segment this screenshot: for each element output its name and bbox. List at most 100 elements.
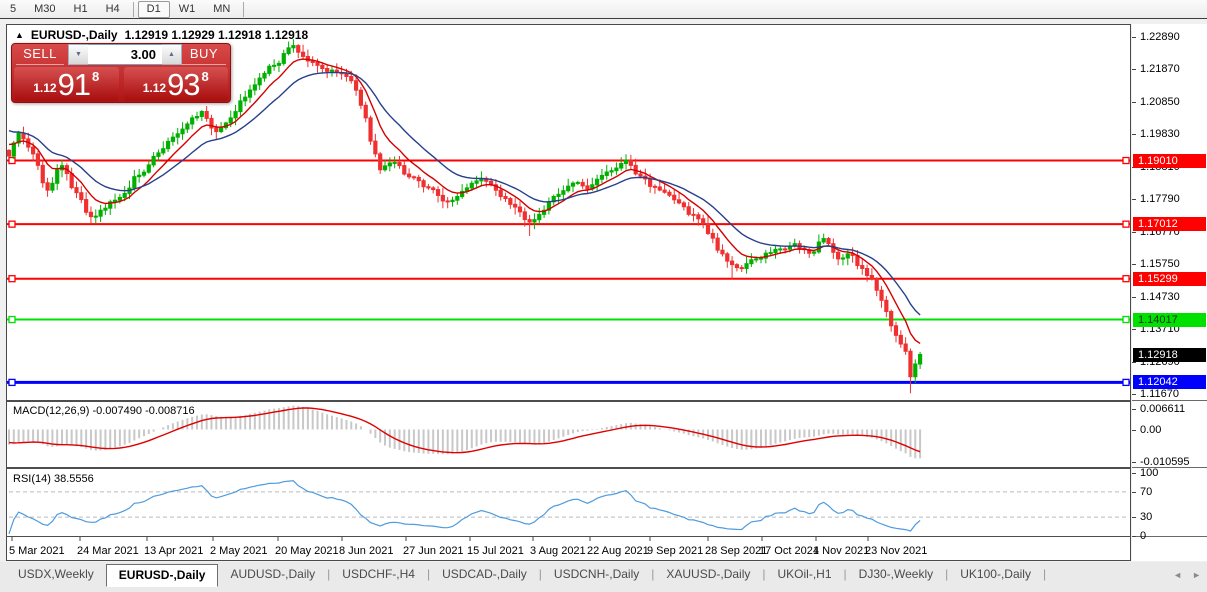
buy-price-display[interactable]: 1.12 93 8 (124, 67, 229, 101)
sell-price-prefix: 1.12 (33, 81, 56, 95)
price-axis-tick-label: 1.21870 (1140, 63, 1180, 75)
chart-canvas[interactable]: 5 Mar 2021 24 Mar 2021 13 Apr 2021 2 May 20… (7, 25, 1130, 560)
sell-price-display[interactable]: 1.12 91 8 (14, 67, 119, 101)
tab-usdchf-h4[interactable]: USDCHF-,H4 (330, 564, 427, 585)
rsi-indicator-label: RSI(14) 38.5556 (13, 473, 94, 485)
price-axis-tick (1132, 264, 1136, 265)
date-label: 24 Mar 2021 (77, 545, 139, 557)
price-level-badge-1.19010: 1.19010 (1133, 154, 1206, 168)
rsi-axis-label: 0 (1140, 530, 1146, 542)
price-axis-tick (1132, 394, 1136, 395)
chart-title: ▲ EURUSD-,Daily 1.12919 1.12929 1.12918 … (15, 28, 308, 42)
tab-eurusd-daily[interactable]: EURUSD-,Daily (106, 564, 219, 587)
macd-axis-label: 0.006611 (1140, 403, 1185, 415)
one-click-trade-panel: SELL ▼ ▲ BUY 1.12 91 8 1.12 93 8 (11, 43, 231, 103)
buy-price-pips: 93 (167, 72, 199, 98)
rsi-axis-label: 30 (1140, 511, 1152, 523)
sell-price-pips: 91 (58, 72, 90, 98)
price-axis-tick (1132, 69, 1136, 70)
chart-window: 5 Mar 2021 24 Mar 2021 13 Apr 2021 2 May 20… (6, 24, 1131, 561)
tab-usdx-weekly[interactable]: USDX,Weekly (6, 564, 106, 585)
price-level-badge-1.14017: 1.14017 (1133, 313, 1206, 327)
date-label: 13 Apr 2021 (144, 545, 203, 557)
macd-axis-tick (1132, 409, 1136, 410)
price-axis-tick (1132, 329, 1136, 330)
date-label: 3 Aug 2021 (530, 545, 586, 557)
toolbar-separator (243, 2, 244, 17)
date-label: 15 Jul 2021 (467, 545, 524, 557)
tab-dj30-weekly[interactable]: DJ30-,Weekly (847, 564, 945, 585)
rsi-axis-label: 70 (1140, 486, 1152, 498)
tab-audusd-daily[interactable]: AUDUSD-,Daily (218, 564, 327, 585)
volume-input[interactable] (88, 44, 162, 65)
price-level-badge-1.17012: 1.17012 (1133, 217, 1206, 231)
chart-ohlc-values: 1.12919 1.12929 1.12918 1.12918 (125, 28, 309, 42)
tab-usdcad-daily[interactable]: USDCAD-,Daily (430, 564, 539, 585)
buy-price-prefix: 1.12 (143, 81, 166, 95)
timeframe-button-d1[interactable]: D1 (138, 1, 170, 18)
mt4-platform: 5M30H1H4 D1W1MN 5 Mar 2021 24 Mar 2021 13 A… (0, 0, 1207, 592)
buy-button[interactable]: BUY (182, 44, 226, 65)
price-axis-tick-label: 1.15750 (1140, 258, 1180, 270)
rsi-pane (9, 481, 1128, 534)
tab-scroll-arrows: ◄ ► (1173, 570, 1201, 580)
timeframe-button-h1[interactable]: H1 (65, 1, 97, 18)
timeframe-button-w1[interactable]: W1 (170, 1, 205, 18)
date-label: 17 Oct 2021 (759, 545, 819, 557)
price-axis-tick-label: 1.22890 (1140, 31, 1180, 43)
timeframe-button-5[interactable]: 5 (1, 1, 25, 18)
timeframe-toolbar: 5M30H1H4 D1W1MN (0, 0, 1207, 19)
tab-scroll-right-icon[interactable]: ► (1192, 570, 1201, 580)
date-label: 2 May 2021 (210, 545, 267, 557)
rsi-axis-tick (1132, 517, 1136, 518)
tab-uk100-daily[interactable]: UK100-,Daily (948, 564, 1043, 585)
pane-separators[interactable] (7, 401, 1130, 537)
collapse-triangle-icon[interactable]: ▲ (15, 30, 24, 40)
volume-decrease-button[interactable]: ▼ (68, 44, 88, 65)
sell-button[interactable]: SELL (16, 44, 64, 65)
price-axis-tick-label: 1.17790 (1140, 193, 1180, 205)
date-label: 5 Mar 2021 (9, 545, 65, 557)
rsi-axis-tick (1132, 473, 1136, 474)
price-level-badge-1.15299: 1.15299 (1133, 272, 1206, 286)
chart-tab-bar: USDX,WeeklyEURUSD-,DailyAUDUSD-,Daily | US… (0, 562, 1207, 592)
volume-increase-button[interactable]: ▲ (162, 44, 182, 65)
sell-price-point: 8 (92, 69, 99, 84)
price-axis-tick (1132, 199, 1136, 200)
tab-usdcnh-daily[interactable]: USDCNH-,Daily (542, 564, 651, 585)
pane-separator (1132, 400, 1207, 401)
rsi-axis-label: 100 (1140, 467, 1158, 479)
tab-xauusd-daily[interactable]: XAUUSD-,Daily (654, 564, 762, 585)
date-label: 8 Jun 2021 (339, 545, 393, 557)
price-level-badge-1.12042: 1.12042 (1133, 375, 1206, 389)
trade-panel-top-row: SELL ▼ ▲ BUY (12, 44, 230, 65)
trade-panel-price-row: 1.12 91 8 1.12 93 8 (12, 66, 230, 102)
tab-separator: | (1043, 564, 1046, 581)
timeframe-button-m30[interactable]: M30 (25, 1, 64, 18)
price-level-badge-1.12918: 1.12918 (1133, 348, 1206, 362)
macd-indicator-label: MACD(12,26,9) -0.007490 -0.008716 (13, 405, 195, 417)
price-axis-tick (1132, 362, 1136, 363)
date-label: 22 Aug 2021 (587, 545, 649, 557)
price-axis: 1.228901.218701.208501.198301.188101.177… (1132, 24, 1207, 561)
date-label: 9 Sep 2021 (647, 545, 703, 557)
timeframe-button-h4[interactable]: H4 (97, 1, 129, 18)
timeframe-button-mn[interactable]: MN (204, 1, 239, 18)
price-axis-tick (1132, 102, 1136, 103)
price-axis-tick-label: 1.11670 (1140, 388, 1179, 400)
price-axis-tick-label: 1.14730 (1140, 291, 1180, 303)
chart-symbol-label: EURUSD-,Daily (31, 28, 118, 42)
tab-scroll-left-icon[interactable]: ◄ (1173, 570, 1182, 580)
buy-price-point: 8 (202, 69, 209, 84)
price-axis-tick (1132, 297, 1136, 298)
date-label: 27 Jun 2021 (403, 545, 464, 557)
price-axis-tick (1132, 134, 1136, 135)
price-axis-tick-label: 1.20850 (1140, 96, 1180, 108)
macd-axis-label: 0.00 (1140, 424, 1161, 436)
date-axis: 5 Mar 2021 24 Mar 2021 13 Apr 2021 2 May 20… (9, 537, 927, 557)
rsi-axis-tick (1132, 492, 1136, 493)
rsi-axis-tick (1132, 536, 1136, 537)
price-axis-tick-label: 1.19830 (1140, 128, 1180, 140)
macd-axis-tick (1132, 430, 1136, 431)
tab-ukoil-h1[interactable]: UKOil-,H1 (766, 564, 844, 585)
